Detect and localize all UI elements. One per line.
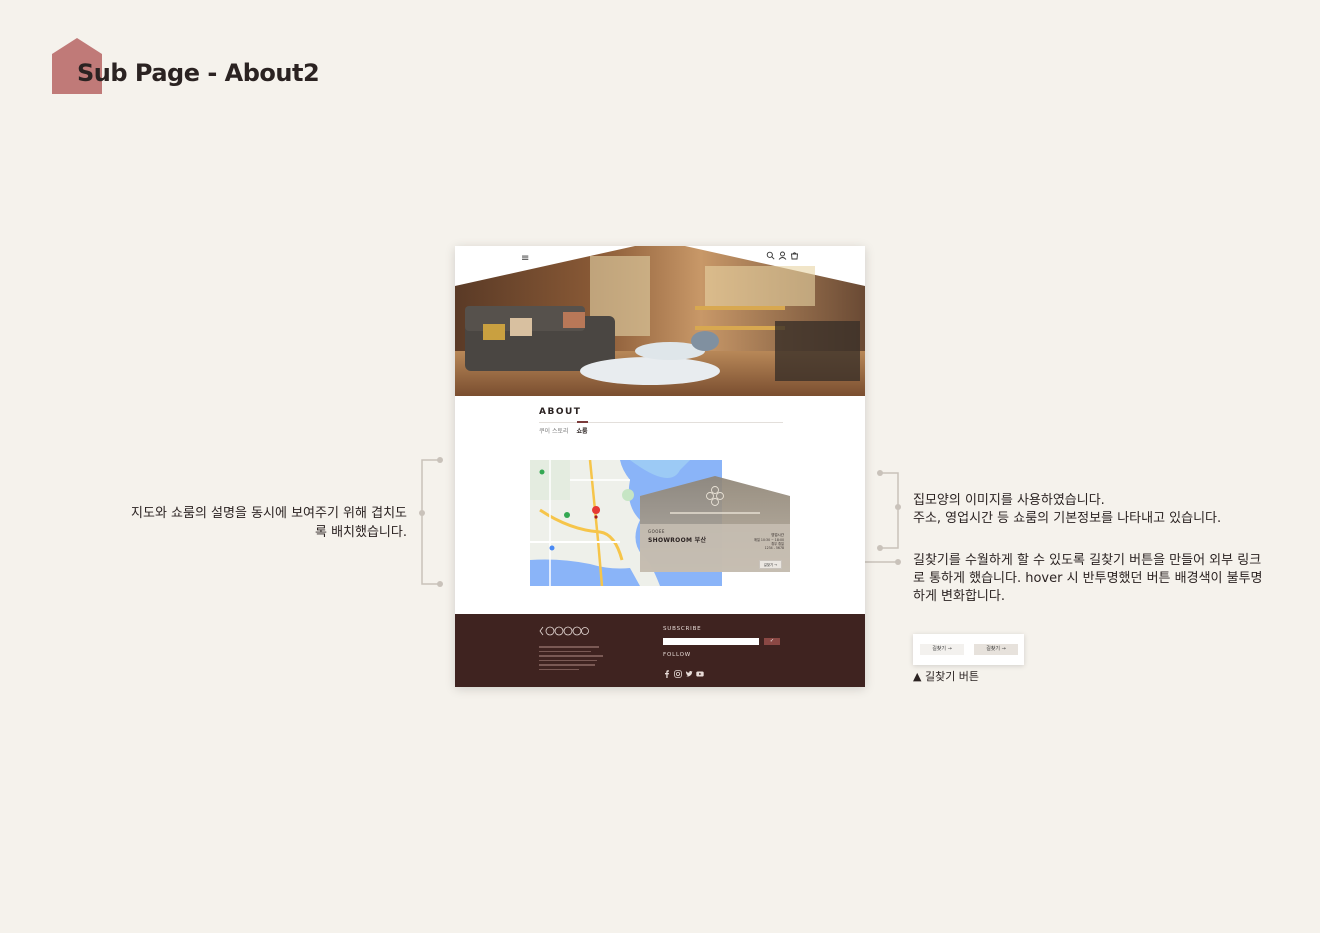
website-mockup: ≡ ABOUT 쿠이 스토리 쇼룸 GOOEE SHOWROOM 부산 영업시간… [455, 246, 865, 687]
search-icon[interactable] [766, 251, 775, 260]
follow-label: FOLLOW [663, 652, 691, 658]
tab-showroom[interactable]: 쇼룸 [576, 421, 588, 435]
annotation-house-card: 집모양의 이미지를 사용하였습니다. 주소, 영업시간 등 쇼룸의 기본정보를 … [913, 493, 1222, 526]
showroom-brand: GOOEE [648, 529, 665, 534]
about-heading: ABOUT [539, 407, 582, 417]
directions-button-normal[interactable]: 길찾기 → [920, 644, 964, 655]
twitter-icon[interactable] [685, 663, 693, 677]
cart-icon[interactable] [790, 251, 799, 260]
showroom-name: SHOWROOM 부산 [648, 537, 707, 544]
directions-button[interactable]: 길찾기 → [758, 560, 782, 569]
check-icon[interactable]: ✓ [764, 638, 780, 645]
gooee-logo [539, 626, 589, 636]
youtube-icon[interactable] [696, 663, 704, 677]
site-footer: SUBSCRIBE ✓ FOLLOW [455, 614, 865, 687]
social-links [663, 663, 704, 678]
button-caption: ▲ 길찾기 버튼 [913, 670, 980, 683]
footer-company-info [539, 646, 609, 673]
annotation-map-overlap: 지도와 쇼룸의 설명을 동시에 보여주기 위해 겹치도록 배치했습니다. [131, 506, 407, 540]
header-icons [766, 251, 799, 260]
subscribe-input[interactable] [663, 638, 759, 645]
instagram-icon[interactable] [674, 663, 682, 678]
tab-story[interactable]: 쿠이 스토리 [539, 426, 569, 435]
facebook-icon[interactable] [663, 663, 671, 678]
button-state-demo: 길찾기 → 길찾기 → [913, 634, 1024, 665]
subscribe-label: SUBSCRIBE [663, 626, 702, 632]
hamburger-icon[interactable]: ≡ [521, 253, 529, 264]
user-icon[interactable] [778, 251, 787, 260]
hero-image: ≡ [455, 246, 865, 396]
directions-button-hover[interactable]: 길찾기 → [974, 644, 1018, 655]
showroom-card: GOOEE SHOWROOM 부산 영업시간 매일 10:30 ~ 18:00 … [640, 476, 790, 572]
annotation-directions-button: 길찾기를 수월하게 할 수 있도록 길찾기 버튼을 만들어 외부 링크로 통하게… [913, 553, 1263, 604]
about-tabs: 쿠이 스토리 쇼룸 [539, 421, 588, 435]
showroom-hours: 매일 10:30 ~ 18:00 휴무 휴일 1234 - 5678 [754, 538, 784, 550]
